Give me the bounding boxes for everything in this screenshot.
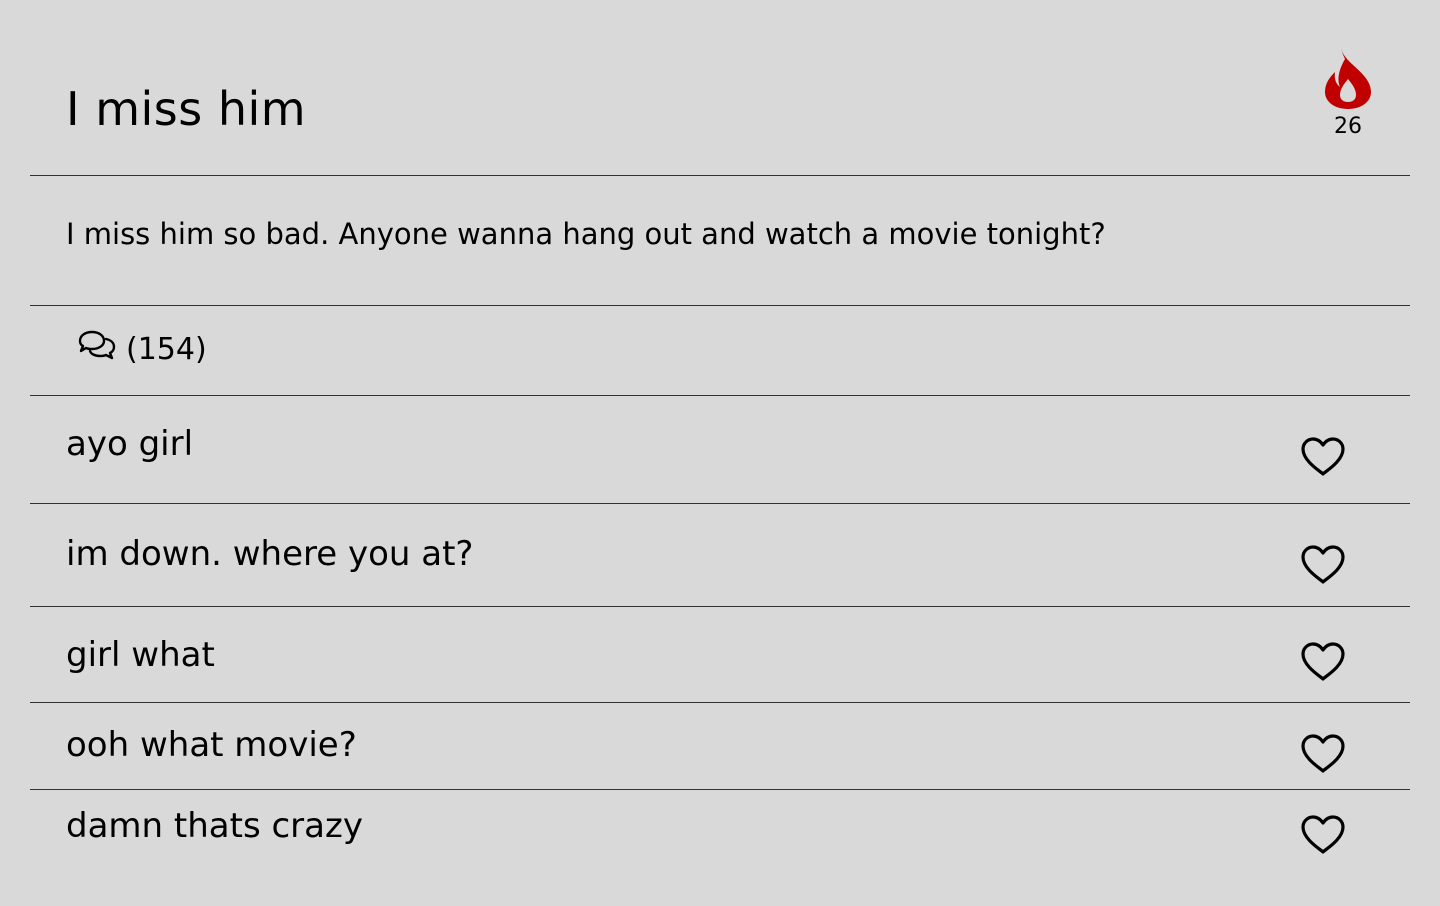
heart-icon[interactable]: [1300, 436, 1346, 478]
post-header: I miss him 26: [30, 0, 1410, 176]
comment-item: im down. where you at?: [30, 504, 1410, 607]
comments-summary: (154): [30, 306, 1410, 396]
comment-text: ayo girl: [66, 424, 194, 464]
comment-text: ooh what movie?: [66, 725, 357, 765]
post-body: I miss him so bad. Anyone wanna hang out…: [66, 217, 1106, 251]
comment-item: ayo girl: [30, 396, 1410, 504]
comments-icon: [78, 330, 116, 369]
comments-toggle[interactable]: (154): [78, 330, 207, 369]
comment-count: (154): [126, 331, 207, 367]
heart-icon[interactable]: [1300, 733, 1346, 775]
hot-badge[interactable]: 26: [1318, 44, 1378, 140]
post-page: I miss him 26 I miss him so bad. Anyone …: [0, 0, 1440, 906]
heart-icon[interactable]: [1300, 641, 1346, 683]
heart-icon[interactable]: [1300, 544, 1346, 586]
heart-icon[interactable]: [1300, 814, 1346, 856]
flame-icon: [1318, 44, 1378, 110]
hot-count: 26: [1334, 114, 1362, 139]
post-title: I miss him: [66, 82, 307, 136]
comment-item: girl what: [30, 607, 1410, 703]
comment-text: girl what: [66, 635, 215, 675]
post-body-section: I miss him so bad. Anyone wanna hang out…: [30, 176, 1410, 306]
comment-text: damn thats crazy: [66, 806, 363, 846]
comment-text: im down. where you at?: [66, 534, 474, 574]
comment-item: damn thats crazy: [30, 790, 1410, 906]
comment-item: ooh what movie?: [30, 703, 1410, 790]
